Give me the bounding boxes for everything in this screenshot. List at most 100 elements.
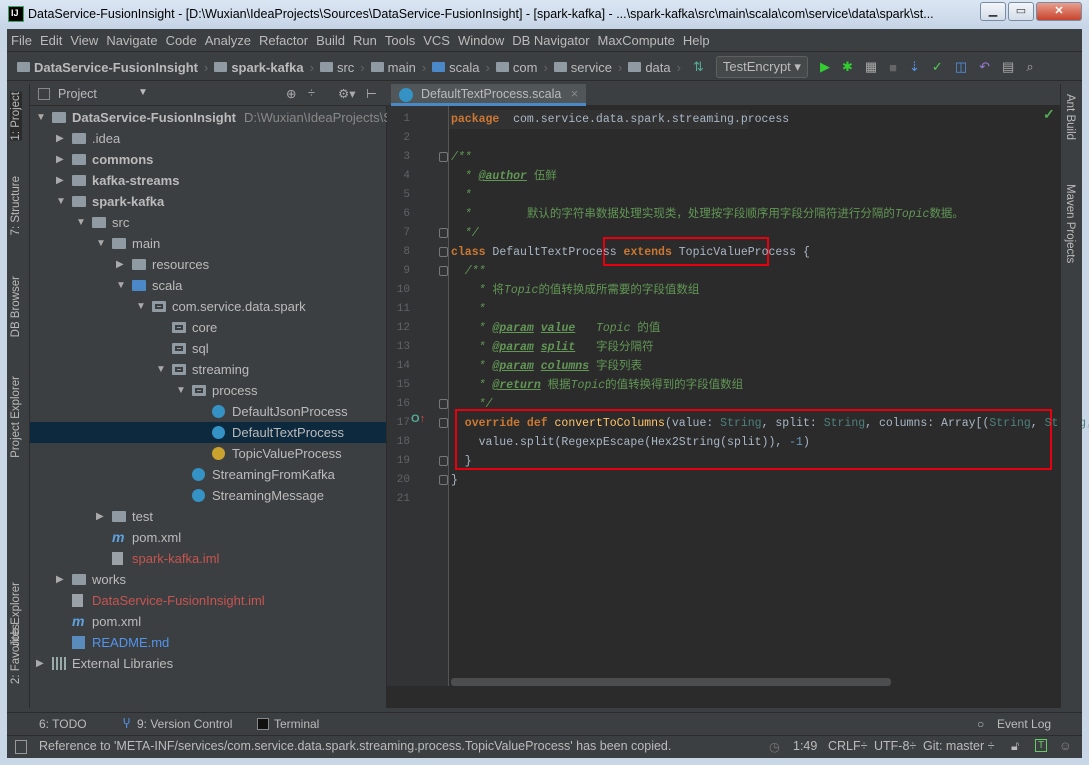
line-separator[interactable]: CRLF÷	[828, 739, 868, 753]
tool-tab-db-browser[interactable]: DB Browser	[10, 276, 22, 337]
fold-marker-icon[interactable]	[439, 247, 448, 257]
tree-item[interactable]: m pom.xml	[30, 611, 386, 632]
minimize-button[interactable]: ▁	[980, 2, 1006, 21]
stop-icon[interactable]: ■	[889, 60, 897, 75]
vcs-commit-icon[interactable]: ✓	[932, 59, 943, 75]
breadcrumb-item[interactable]: DataService-FusionInsight ›	[17, 60, 208, 75]
chevron-down-icon[interactable]: ▼	[176, 380, 186, 401]
chevron-right-icon[interactable]: ▶	[56, 128, 66, 149]
tree-item[interactable]: m pom.xml	[30, 527, 386, 548]
t-icon[interactable]: T	[1035, 739, 1048, 752]
breadcrumb-item[interactable]: com ›	[495, 60, 548, 75]
chevron-down-icon[interactable]: ▼	[138, 87, 148, 98]
tool-tab-ant-build[interactable]: Ant Build	[1064, 94, 1076, 140]
tree-item[interactable]: StreamingFromKafka	[30, 464, 386, 485]
horizontal-scrollbar[interactable]	[451, 678, 891, 686]
menu-view[interactable]: View	[66, 30, 102, 48]
chevron-right-icon[interactable]: ▶	[56, 170, 66, 191]
compare-icon[interactable]: ◫	[955, 59, 967, 75]
tree-item[interactable]: ▼ com.service.data.spark	[30, 296, 386, 317]
terminal-tab[interactable]: Terminal	[274, 717, 319, 731]
tree-item[interactable]: ▶ commons	[30, 149, 386, 170]
run-configuration-select[interactable]: TestEncrypt ▾	[715, 56, 808, 78]
chevron-right-icon[interactable]: ▶	[96, 506, 106, 527]
tool-tab-1-project[interactable]: 1: Project	[10, 92, 22, 141]
chevron-right-icon[interactable]: ▶	[56, 149, 66, 170]
tool-tab-7-structure[interactable]: 7: Structure	[10, 176, 22, 235]
inspector-icon[interactable]: ☺	[1059, 739, 1072, 753]
fold-marker-icon[interactable]	[439, 475, 448, 485]
tree-item[interactable]: README.md	[30, 632, 386, 653]
tree-item[interactable]: ▶ resources	[30, 254, 386, 275]
vcs-update-icon[interactable]: ⇣	[909, 59, 920, 75]
chevron-down-icon[interactable]: ▼	[96, 233, 106, 254]
tree-item[interactable]: ▼ scala	[30, 275, 386, 296]
tree-item[interactable]: ▶ works	[30, 569, 386, 590]
tree-item[interactable]: DefaultTextProcess	[30, 422, 386, 443]
tree-item[interactable]: DefaultJsonProcess	[30, 401, 386, 422]
fold-marker-icon[interactable]	[439, 228, 448, 238]
breadcrumb-item[interactable]: src ›	[319, 60, 365, 75]
tree-item[interactable]: ▼ streaming	[30, 359, 386, 380]
version-control-tab[interactable]: 9: Version Control	[137, 717, 232, 731]
undo-icon[interactable]: ↶	[979, 59, 990, 75]
toggle-tool-windows-icon[interactable]	[15, 740, 27, 754]
maximize-button[interactable]: ▭	[1008, 2, 1034, 21]
menu-file[interactable]: File	[7, 30, 36, 48]
override-marker-icon[interactable]: O↑	[411, 413, 425, 425]
chevron-right-icon[interactable]: ▶	[116, 254, 126, 275]
fold-marker-icon[interactable]	[439, 418, 448, 428]
tab-default-text-process[interactable]: DefaultTextProcess.scala ×	[391, 84, 587, 106]
menu-edit[interactable]: Edit	[36, 30, 66, 48]
menu-refactor[interactable]: Refactor	[255, 30, 312, 48]
fold-marker-icon[interactable]	[439, 266, 448, 276]
breadcrumb-item[interactable]: spark-kafka ›	[214, 60, 314, 75]
tree-item[interactable]: TopicValueProcess	[30, 443, 386, 464]
chevron-right-icon[interactable]: ▶	[56, 569, 66, 590]
tree-item[interactable]: core	[30, 317, 386, 338]
chevron-down-icon[interactable]: ▼	[76, 212, 86, 233]
fold-marker-icon[interactable]	[439, 152, 448, 162]
breadcrumb-item[interactable]: service ›	[553, 60, 622, 75]
tree-item[interactable]: ▼ src	[30, 212, 386, 233]
tree-item[interactable]: ▶ kafka-streams	[30, 170, 386, 191]
menu-analyze[interactable]: Analyze	[201, 30, 255, 48]
tree-item[interactable]: ▼ spark-kafka	[30, 191, 386, 212]
locate-icon[interactable]: ⊕	[286, 86, 296, 101]
menu-build[interactable]: Build	[312, 30, 349, 48]
tree-item[interactable]: ▶ .idea	[30, 128, 386, 149]
chevron-down-icon[interactable]: ▼	[136, 296, 146, 317]
tool-tab-maven-projects[interactable]: Maven Projects	[1064, 184, 1076, 263]
menu-vcs[interactable]: VCS	[419, 30, 454, 48]
fold-marker-icon[interactable]	[439, 399, 448, 409]
gear-icon[interactable]: ⚙▾	[338, 86, 355, 101]
menu-run[interactable]: Run	[349, 30, 381, 48]
chevron-down-icon[interactable]: ▼	[156, 359, 166, 380]
coverage-icon[interactable]: ▦	[865, 59, 877, 75]
project-view-selector[interactable]: Project	[58, 87, 97, 101]
close-button[interactable]: ✕	[1036, 2, 1082, 21]
chevron-down-icon[interactable]: ▼	[36, 107, 46, 128]
menu-code[interactable]: Code	[162, 30, 201, 48]
caret-position[interactable]: 1:49	[793, 739, 817, 753]
search-icon[interactable]: ⌕	[1026, 59, 1033, 75]
tool-tab-project-explorer[interactable]: Project Explorer	[10, 376, 22, 458]
menu-tools[interactable]: Tools	[381, 30, 419, 48]
close-tab-icon[interactable]: ×	[571, 87, 578, 101]
tool-tab-2-favorites[interactable]: 2: Favorites	[10, 624, 22, 684]
tree-item[interactable]: ▼ DataService-FusionInsight D:\Wuxian\Idea…	[30, 107, 392, 128]
file-encoding[interactable]: UTF-8÷	[874, 739, 916, 753]
menu-db-navigator[interactable]: DB Navigator	[508, 30, 593, 48]
tree-item[interactable]: DataService-FusionInsight.iml	[30, 590, 386, 611]
debug-icon[interactable]: ✱	[842, 59, 853, 75]
breadcrumb-item[interactable]: main ›	[370, 60, 426, 75]
menu-help[interactable]: Help	[679, 30, 714, 48]
tree-item[interactable]: spark-kafka.iml	[30, 548, 386, 569]
fold-marker-icon[interactable]	[439, 456, 448, 466]
tree-item[interactable]: ▶ test	[30, 506, 386, 527]
project-structure-icon[interactable]: ▤	[1002, 59, 1014, 75]
chevron-right-icon[interactable]: ▶	[36, 653, 46, 674]
lock-icon[interactable]: 🔓︎	[1011, 739, 1019, 754]
tree-item[interactable]: ▼ process	[30, 380, 386, 401]
tree-item[interactable]: ▼ main	[30, 233, 386, 254]
